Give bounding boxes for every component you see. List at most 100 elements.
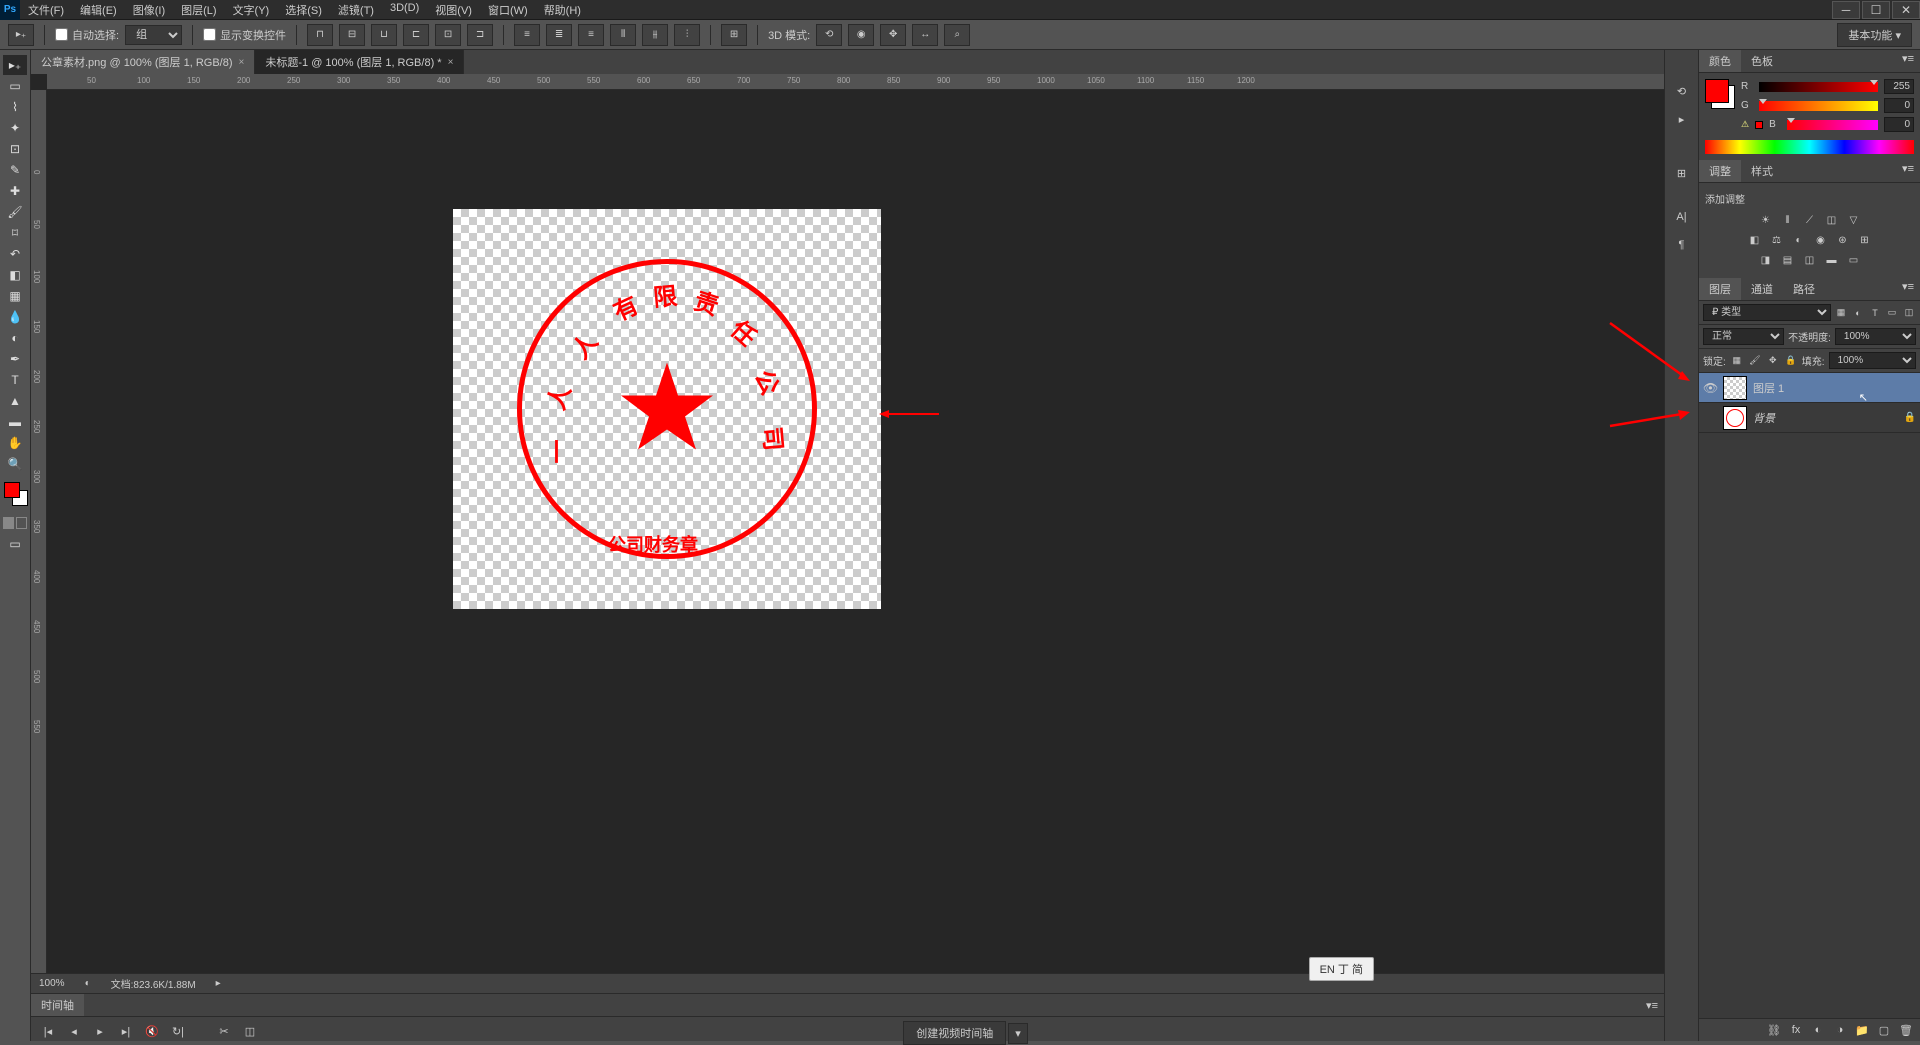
ime-indicator[interactable]: EN 丁 简	[1309, 957, 1374, 981]
layer-name[interactable]: 图层 1	[1753, 380, 1916, 396]
actions-panel-icon[interactable]: ▸	[1671, 108, 1693, 130]
brush-tool[interactable]: 🖌	[3, 202, 27, 222]
layer-thumbnail[interactable]	[1723, 376, 1747, 400]
align-vcenter-icon[interactable]: ⊟	[339, 24, 365, 46]
invert-adjust-icon[interactable]: ◨	[1757, 252, 1775, 268]
levels-adjust-icon[interactable]: ⫴	[1779, 212, 1797, 228]
canvas[interactable]: 限 有 人 人 一 责 任 公 司 公司财务章	[453, 209, 881, 609]
align-bottom-icon[interactable]: ⊔	[371, 24, 397, 46]
character-panel-icon[interactable]: A|	[1671, 206, 1693, 228]
move-tool[interactable]: ▸₊	[3, 55, 27, 75]
colorbalance-adjust-icon[interactable]: ⚖	[1768, 232, 1786, 248]
filter-pixel-icon[interactable]: ▦	[1834, 306, 1848, 320]
close-icon[interactable]: ×	[448, 57, 454, 68]
align-hcenter-icon[interactable]: ⊡	[435, 24, 461, 46]
3d-pan-icon[interactable]: ✥	[880, 24, 906, 46]
timeline-prev-frame-icon[interactable]: ◂	[65, 1022, 83, 1040]
create-video-timeline-button[interactable]: 创建视频时间轴	[903, 1021, 1006, 1045]
close-button[interactable]: ✕	[1892, 1, 1920, 19]
eraser-tool[interactable]: ◧	[3, 265, 27, 285]
layer-filter-type-select[interactable]: ₽ 类型	[1703, 304, 1831, 321]
hue-adjust-icon[interactable]: ◧	[1746, 232, 1764, 248]
adjustments-tab[interactable]: 调整	[1699, 160, 1741, 182]
link-layers-icon[interactable]: ⛓	[1766, 1022, 1782, 1038]
selectivecolor-adjust-icon[interactable]: ▭	[1845, 252, 1863, 268]
color-swatches[interactable]	[2, 482, 28, 508]
timeline-audio-icon[interactable]: 🔇	[143, 1022, 161, 1040]
doc-size-info[interactable]: 文档:823.6K/1.88M	[111, 976, 196, 991]
filter-shape-icon[interactable]: ▭	[1885, 306, 1899, 320]
posterize-adjust-icon[interactable]: ▤	[1779, 252, 1797, 268]
menu-help[interactable]: 帮助(H)	[536, 0, 589, 21]
filter-adjust-icon[interactable]: ◐	[1851, 306, 1865, 320]
menu-window[interactable]: 窗口(W)	[480, 0, 536, 21]
zoom-tool[interactable]: 🔍	[3, 454, 27, 474]
marquee-tool[interactable]: ▭	[3, 76, 27, 96]
3d-roll-icon[interactable]: ◉	[848, 24, 874, 46]
layer-mask-icon[interactable]: ◐	[1810, 1022, 1826, 1038]
type-tool[interactable]: T	[3, 370, 27, 390]
move-tool-icon[interactable]: ▸₊	[8, 24, 34, 46]
canvas-viewport[interactable]: 限 有 人 人 一 责 任 公 司 公司财务章	[47, 90, 1664, 973]
align-top-icon[interactable]: ⊓	[307, 24, 333, 46]
lasso-tool[interactable]: ⌇	[3, 97, 27, 117]
zoom-level[interactable]: 100%	[39, 978, 65, 989]
menu-3d[interactable]: 3D(D)	[382, 0, 427, 21]
b-input[interactable]	[1884, 117, 1914, 132]
layers-panel-menu-icon[interactable]: ▾≡	[1896, 278, 1920, 300]
timeline-tab[interactable]: 时间轴	[31, 994, 84, 1016]
crop-tool[interactable]: ⊡	[3, 139, 27, 159]
distribute-right-icon[interactable]: ⫶	[674, 24, 700, 46]
filter-smart-icon[interactable]: ◫	[1902, 306, 1916, 320]
layer-thumbnail[interactable]	[1723, 406, 1747, 430]
path-select-tool[interactable]: ▲	[3, 391, 27, 411]
new-adjustment-layer-icon[interactable]: ◑	[1832, 1022, 1848, 1038]
gradientmap-adjust-icon[interactable]: ▬	[1823, 252, 1841, 268]
layer-fx-icon[interactable]: fx	[1788, 1022, 1804, 1038]
timeline-loop-icon[interactable]: ↻|	[169, 1022, 187, 1040]
timeline-panel-menu-icon[interactable]: ▾≡	[1640, 997, 1664, 1014]
exposure-adjust-icon[interactable]: ◫	[1823, 212, 1841, 228]
distribute-left-icon[interactable]: ⫴	[610, 24, 636, 46]
fill-input[interactable]: 100%	[1829, 352, 1916, 369]
photofilter-adjust-icon[interactable]: ◉	[1812, 232, 1830, 248]
new-layer-icon[interactable]: ▢	[1876, 1022, 1892, 1038]
styles-tab[interactable]: 样式	[1741, 160, 1783, 182]
bw-adjust-icon[interactable]: ◐	[1790, 232, 1808, 248]
auto-select-check[interactable]: 自动选择:	[55, 27, 119, 43]
auto-select-dropdown[interactable]: 组	[125, 25, 182, 45]
minimize-button[interactable]: ─	[1832, 1, 1860, 19]
auto-select-checkbox[interactable]	[55, 28, 68, 41]
3d-orbit-icon[interactable]: ⟲	[816, 24, 842, 46]
show-transform-check[interactable]: 显示变换控件	[203, 27, 286, 43]
zoom-stepper-icon[interactable]: ◐	[85, 978, 91, 989]
screen-mode-tool[interactable]: ▭	[3, 534, 27, 554]
hand-tool[interactable]: ✋	[3, 433, 27, 453]
layer-visibility-icon[interactable]: 👁	[1703, 381, 1717, 395]
menu-image[interactable]: 图像(I)	[125, 0, 173, 21]
magic-wand-tool[interactable]: ✦	[3, 118, 27, 138]
spectrum-picker[interactable]	[1705, 140, 1914, 154]
layers-tab[interactable]: 图层	[1699, 278, 1741, 300]
color-panel-menu-icon[interactable]: ▾≡	[1896, 50, 1920, 72]
timeline-first-frame-icon[interactable]: |◂	[39, 1022, 57, 1040]
new-group-icon[interactable]: 📁	[1854, 1022, 1870, 1038]
shape-tool[interactable]: ▬	[3, 412, 27, 432]
brightness-adjust-icon[interactable]: ☀	[1757, 212, 1775, 228]
channels-tab[interactable]: 通道	[1741, 278, 1783, 300]
channelmixer-adjust-icon[interactable]: ⊛	[1834, 232, 1852, 248]
clone-stamp-tool[interactable]: ⌑	[3, 223, 27, 243]
lock-pixels-icon[interactable]: 🖌	[1748, 354, 1762, 368]
timeline-play-icon[interactable]: ▸	[91, 1022, 109, 1040]
swatches-tab[interactable]: 色板	[1741, 50, 1783, 72]
distribute-hcenter-icon[interactable]: ⫵	[642, 24, 668, 46]
show-transform-checkbox[interactable]	[203, 28, 216, 41]
blur-tool[interactable]: 💧	[3, 307, 27, 327]
gradient-tool[interactable]: ▦	[3, 286, 27, 306]
layer-name[interactable]: 背景	[1753, 410, 1898, 426]
timeline-transition-icon[interactable]: ◫	[241, 1022, 259, 1040]
history-panel-icon[interactable]: ⟲	[1671, 80, 1693, 102]
ruler-horizontal[interactable]: 0501001502002503003504004505005506006507…	[47, 74, 1664, 90]
workspace-selector[interactable]: 基本功能 ▾	[1837, 23, 1912, 47]
delete-layer-icon[interactable]: 🗑	[1898, 1022, 1914, 1038]
